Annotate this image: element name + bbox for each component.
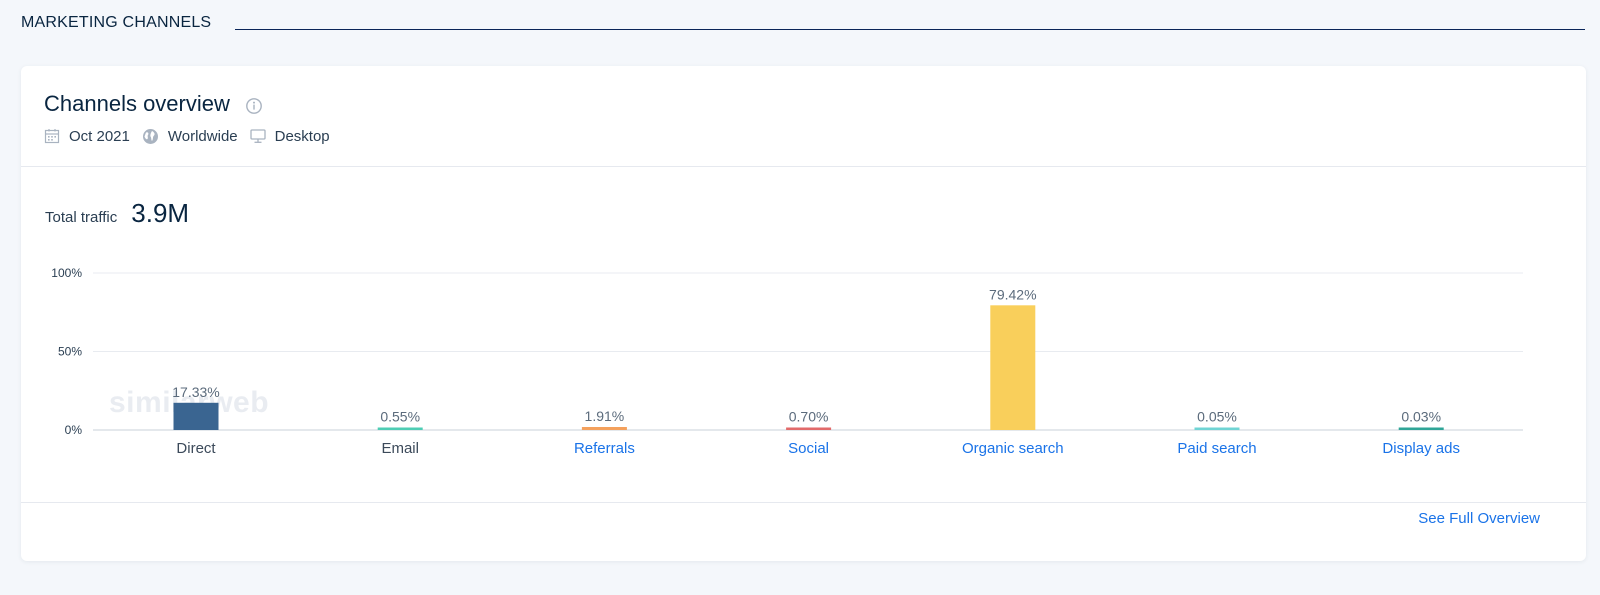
see-full-overview-link[interactable]: See Full Overview <box>1418 510 1540 527</box>
section-header: MARKETING CHANNELS <box>21 14 1585 34</box>
channels-overview-card: Channels overview Oct 2021 Worldwide Des… <box>21 66 1586 561</box>
bar-value-label: 0.05% <box>1197 409 1237 425</box>
info-icon[interactable] <box>245 97 263 115</box>
section-title: MARKETING CHANNELS <box>21 14 212 31</box>
total-traffic: Total traffic 3.9M <box>45 198 189 229</box>
bar-value-label: 0.55% <box>380 409 420 425</box>
card-title: Channels overview <box>44 91 230 116</box>
filter-date-label: Oct 2021 <box>69 127 130 145</box>
bar-email <box>377 427 423 430</box>
category-label-direct: Direct <box>176 440 216 457</box>
section-divider <box>235 29 1585 30</box>
bar-referrals <box>581 427 627 430</box>
y-tick-label: 0% <box>65 423 83 437</box>
bar-value-label: 0.70% <box>789 409 829 425</box>
y-tick-label: 50% <box>58 345 82 359</box>
filter-region-label: Worldwide <box>167 127 238 145</box>
bar-paid-search <box>1194 427 1240 430</box>
bar-organic-search <box>990 305 1036 430</box>
filter-date: Oct 2021 <box>44 128 130 145</box>
category-label-social[interactable]: Social <box>788 440 829 457</box>
bar-social <box>786 427 832 430</box>
bar-value-label: 79.42% <box>989 286 1036 302</box>
bar-value-label: 0.03% <box>1401 409 1441 425</box>
category-label-display-ads[interactable]: Display ads <box>1382 440 1460 457</box>
filter-region: Worldwide <box>142 128 238 145</box>
channels-bar-chart: 0% 50% 100% 17.33% Direct 0.55% Email 1.91% Refe… <box>51 266 1523 457</box>
category-label-paid-search[interactable]: Paid search <box>1177 440 1256 457</box>
bar-display-ads <box>1398 427 1444 430</box>
y-tick-label: 100% <box>51 266 82 280</box>
total-traffic-label: Total traffic <box>45 209 118 226</box>
category-label-referrals[interactable]: Referrals <box>574 440 635 457</box>
card-header: Channels overview Oct 2021 Worldwide Des… <box>21 66 1586 167</box>
category-label-organic-search[interactable]: Organic search <box>962 440 1064 457</box>
card-footer <box>21 502 1586 503</box>
calendar-icon <box>44 129 60 144</box>
bar-direct <box>173 402 219 430</box>
total-traffic-value: 3.9M <box>131 198 190 228</box>
category-label-email: Email <box>381 440 419 457</box>
globe-icon <box>142 128 158 144</box>
filter-device: Desktop <box>249 127 330 145</box>
bar-value-label: 1.91% <box>585 408 625 424</box>
filter-device-label: Desktop <box>274 127 330 145</box>
desktop-icon <box>249 129 266 143</box>
filters-bar: Oct 2021 Worldwide Desktop <box>44 126 342 146</box>
bar-value-label: 17.33% <box>172 384 219 400</box>
